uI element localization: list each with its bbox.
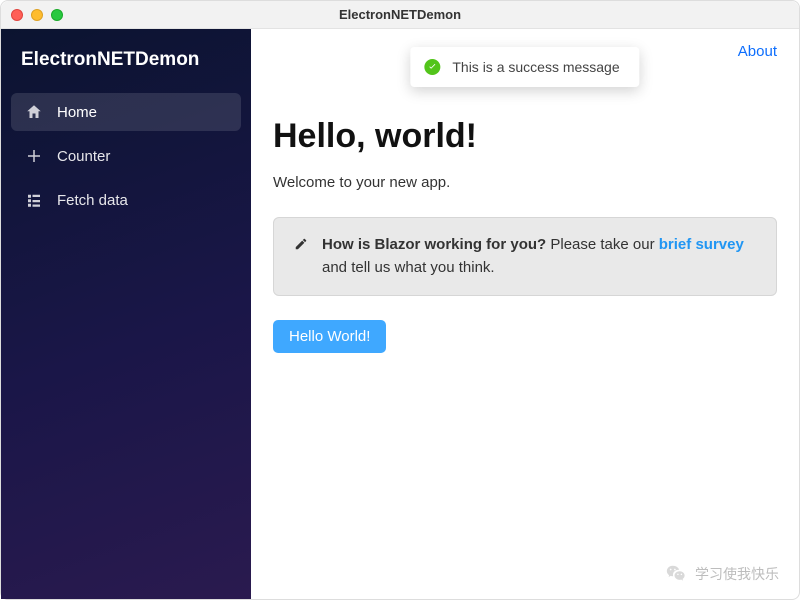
brand-title: ElectronNETDemon (1, 43, 251, 93)
welcome-text: Welcome to your new app. (273, 174, 777, 191)
alert-text-before: Please take our (546, 236, 659, 253)
sidebar-item-counter[interactable]: Counter (11, 137, 241, 175)
app-window: ElectronNETDemon ElectronNETDemon Home C… (0, 0, 800, 600)
home-icon (25, 103, 43, 121)
plus-icon (25, 147, 43, 165)
maximize-window-button[interactable] (51, 9, 63, 21)
sidebar-item-home[interactable]: Home (11, 93, 241, 131)
list-icon (25, 191, 43, 209)
header-links: About (738, 43, 777, 61)
content-area: About This is a success message Hello, w… (251, 29, 799, 599)
sidebar-item-label: Counter (57, 148, 110, 165)
titlebar: ElectronNETDemon (1, 1, 799, 29)
watermark: 学习使我快乐 (665, 563, 779, 585)
window-title: ElectronNETDemon (1, 7, 799, 22)
alert-bold: How is Blazor working for you? (322, 236, 546, 253)
survey-link[interactable]: brief survey (659, 236, 744, 253)
wechat-icon (665, 563, 687, 585)
main: Hello, world! Welcome to your new app. H… (273, 117, 777, 353)
watermark-text: 学习使我快乐 (695, 564, 779, 584)
app-body: ElectronNETDemon Home Counter (1, 29, 799, 599)
toast-message: This is a success message (452, 59, 619, 75)
sidebar-item-label: Home (57, 104, 97, 121)
about-link[interactable]: About (738, 43, 777, 60)
alert-text-after: and tell us what you think. (322, 259, 495, 276)
survey-alert: How is Blazor working for you? Please ta… (273, 217, 777, 296)
alert-body: How is Blazor working for you? Please ta… (322, 234, 756, 279)
page-title: Hello, world! (273, 117, 777, 156)
check-circle-icon (424, 59, 440, 75)
sidebar: ElectronNETDemon Home Counter (1, 29, 251, 599)
sidebar-item-label: Fetch data (57, 192, 128, 209)
minimize-window-button[interactable] (31, 9, 43, 21)
success-toast: This is a success message (410, 47, 639, 87)
sidebar-item-fetch-data[interactable]: Fetch data (11, 181, 241, 219)
window-controls (11, 9, 63, 21)
nav: Home Counter Fetch data (1, 93, 251, 219)
pencil-icon (294, 236, 308, 279)
close-window-button[interactable] (11, 9, 23, 21)
hello-world-button[interactable]: Hello World! (273, 320, 386, 353)
